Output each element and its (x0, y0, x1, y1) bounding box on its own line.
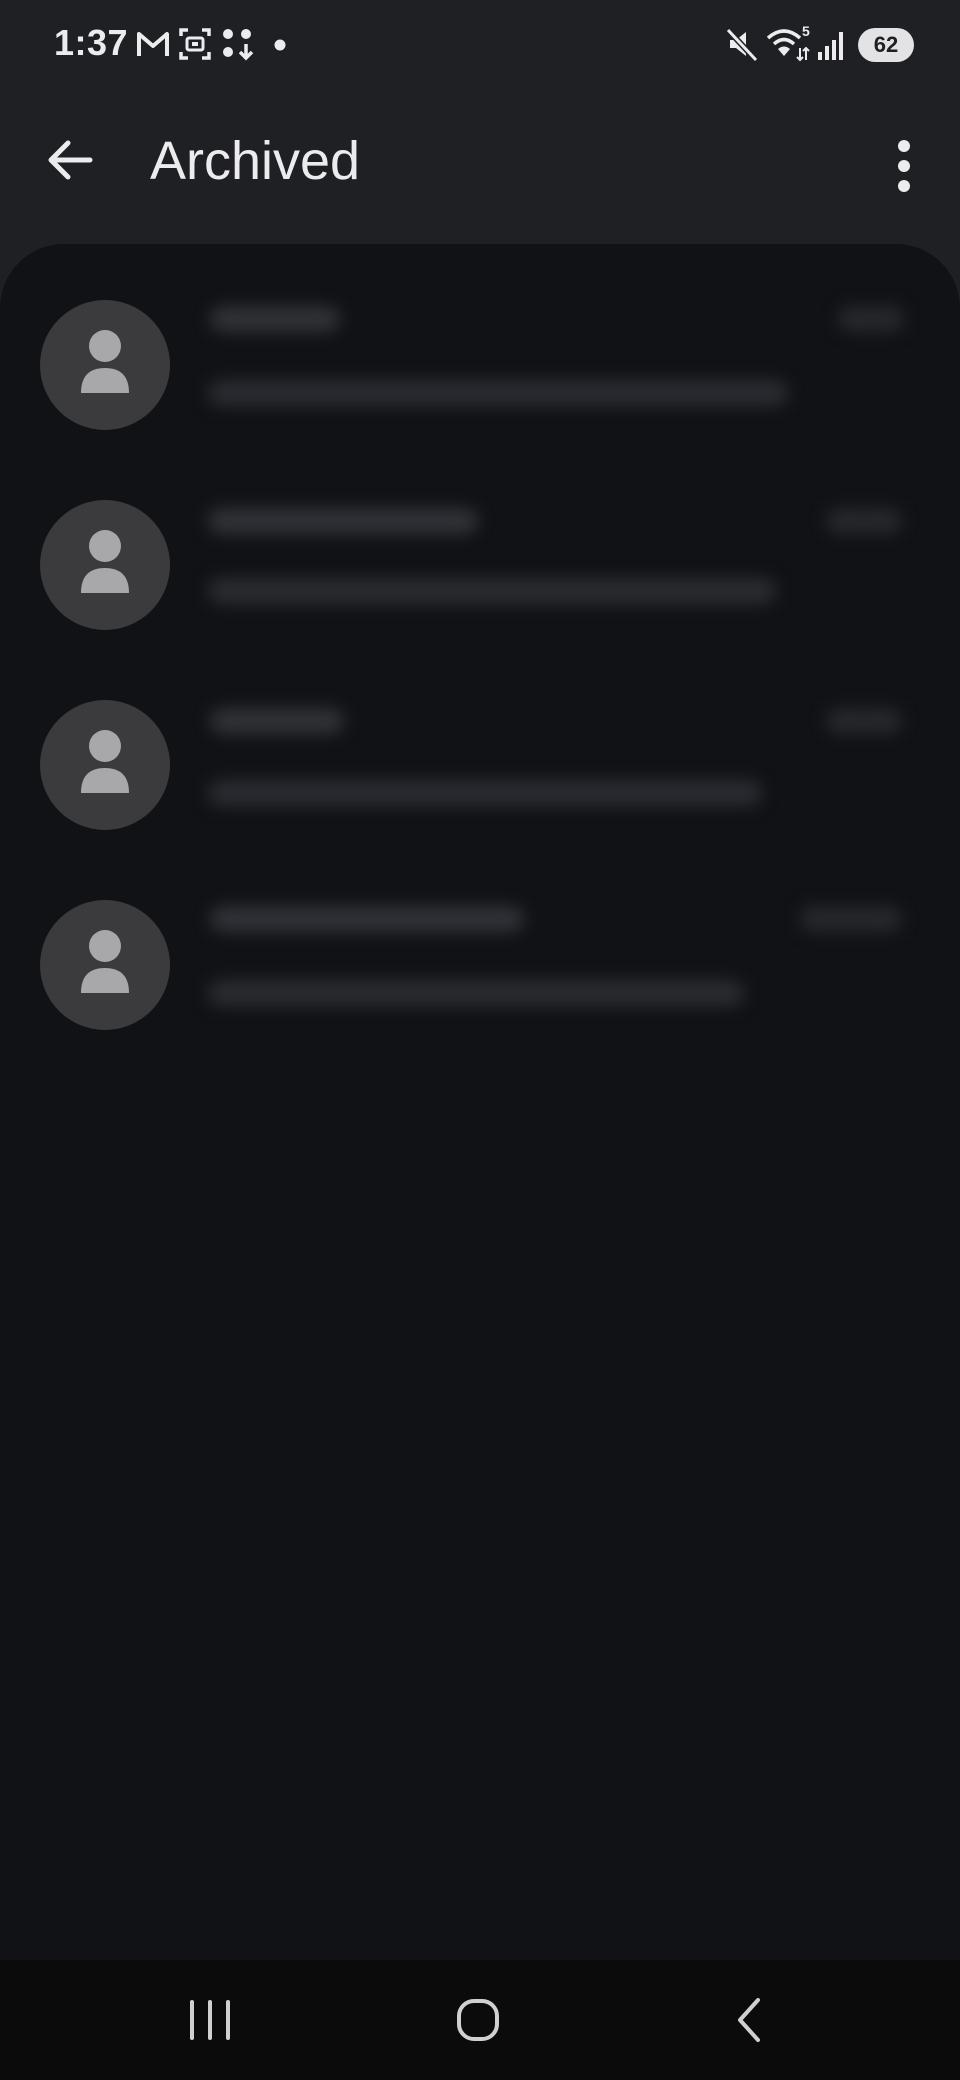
contact-name-redacted (210, 306, 340, 332)
message-preview-redacted (208, 578, 776, 604)
system-nav-bar (0, 1960, 960, 2080)
wifi-badge-text: 5 (802, 24, 810, 39)
message-preview-redacted (208, 980, 744, 1006)
screen-record-icon (178, 24, 212, 69)
contact-name-redacted (210, 708, 344, 734)
nav-back-icon (738, 1998, 760, 2042)
nav-back-button[interactable] (708, 1990, 788, 2050)
conversation-item[interactable] (0, 244, 960, 444)
contact-avatar (40, 700, 170, 830)
page-title: Archived (150, 131, 361, 191)
battery-indicator: 62 (858, 28, 914, 62)
wifi-icon: 5 (766, 23, 812, 69)
arrow-back-icon (48, 140, 93, 180)
more-vert-icon (898, 140, 910, 192)
home-button[interactable] (438, 1990, 518, 2050)
person-icon (81, 930, 129, 993)
timestamp-redacted (800, 906, 902, 932)
archived-screen: 1:37 5 62 Archived (0, 0, 960, 2080)
person-icon (81, 330, 129, 393)
mute-icon (724, 24, 760, 69)
home-icon (457, 1999, 499, 2041)
person-icon (81, 730, 129, 793)
contact-avatar (40, 500, 170, 630)
timestamp-redacted (838, 306, 904, 332)
more-options-button[interactable] (880, 138, 928, 194)
back-button[interactable] (40, 130, 100, 190)
contact-name-redacted (210, 906, 524, 932)
status-time: 1:37 (54, 22, 129, 63)
contact-avatar (40, 900, 170, 1030)
notification-dot-icon (274, 38, 286, 56)
signal-icon (816, 24, 848, 69)
contact-name-redacted (208, 508, 478, 534)
timestamp-redacted (826, 708, 902, 734)
recent-apps-icon (190, 2000, 230, 2040)
conversation-item[interactable] (0, 844, 960, 1044)
contact-avatar (40, 300, 170, 430)
message-preview-redacted (208, 380, 788, 406)
person-icon (81, 530, 129, 593)
timestamp-redacted (826, 508, 902, 534)
gmail-icon (136, 24, 170, 69)
download-icon (220, 24, 254, 69)
app-bar: Archived (0, 100, 960, 230)
status-bar: 1:37 5 62 (0, 0, 960, 90)
conversation-item[interactable] (0, 644, 960, 844)
recent-apps-button[interactable] (170, 1990, 250, 2050)
message-preview-redacted (208, 780, 762, 806)
conversation-item[interactable] (0, 444, 960, 644)
archived-conversation-list (0, 244, 960, 1960)
